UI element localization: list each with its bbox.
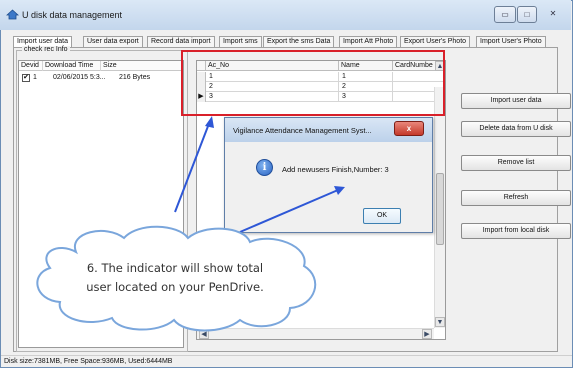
tab-export-users-photo[interactable]: Export User's Photo — [400, 36, 471, 47]
scroll-thumb[interactable] — [436, 173, 444, 245]
scroll-right-arrow-icon[interactable]: ▶ — [422, 329, 432, 339]
tab-export-sms-data[interactable]: Export the sms Data — [263, 36, 335, 47]
info-icon: i — [256, 159, 273, 176]
dialog-title: Vigilance Attendance Management Syst... — [233, 126, 372, 135]
highlight-box — [181, 50, 445, 116]
cell-download-time: 02/06/2015 5:3... — [53, 74, 106, 81]
remove-list-button[interactable]: Remove list — [461, 155, 571, 171]
scroll-down-arrow-icon[interactable]: ▼ — [435, 317, 445, 327]
tab-strip: Import user data User data export Record… — [13, 36, 558, 48]
import-user-data-button[interactable]: Import user data — [461, 93, 571, 109]
dialog-close-button[interactable]: x — [394, 121, 424, 136]
col-size[interactable]: Size — [101, 61, 183, 71]
tab-record-data-import[interactable]: Record data import — [147, 36, 215, 47]
dialog-ok-button[interactable]: OK — [363, 208, 401, 224]
delete-from-u-disk-button[interactable]: Delete data from U disk — [461, 121, 571, 137]
check-rec-group-title: check rec Info — [22, 46, 70, 53]
message-dialog: Vigilance Attendance Management Syst... … — [224, 117, 433, 233]
close-button[interactable]: ✕ — [540, 6, 566, 23]
refresh-button[interactable]: Refresh — [461, 190, 571, 206]
callout-line-1: 6. The indicator will show total — [86, 261, 264, 275]
tab-import-users-photo[interactable]: Import User's Photo — [476, 36, 546, 47]
cell-size: 216 Bytes — [119, 74, 151, 81]
window-controls: ▭ □ ✕ — [494, 6, 566, 23]
dialog-message: Add newusers Finish,Number: 3 — [282, 165, 389, 174]
cell-devid: 1 — [33, 74, 37, 81]
col-devid[interactable]: Devid — [19, 61, 43, 71]
maximize-button[interactable]: □ — [517, 6, 537, 23]
dialog-title-bar[interactable]: Vigilance Attendance Management Syst... … — [225, 118, 432, 142]
callout-text: 6. The indicator will show total user lo… — [70, 259, 280, 297]
col-download-time[interactable]: Download Time — [43, 61, 101, 71]
callout-line-2: user located on your PenDrive. — [86, 280, 264, 294]
title-bar[interactable]: U disk data management ▭ □ ✕ — [0, 0, 571, 30]
import-from-local-disk-button[interactable]: Import from local disk — [461, 223, 571, 239]
app-icon — [6, 9, 19, 20]
list-item[interactable]: ✔ 1 02/06/2015 5:3... 216 Bytes — [19, 72, 183, 83]
tab-import-sms[interactable]: Import sms — [219, 36, 262, 47]
list-header: Devid Download Time Size — [19, 61, 183, 71]
status-bar: Disk size:7381MB, Free Space:936MB, Used… — [1, 355, 572, 367]
row-checkbox[interactable]: ✔ — [22, 74, 30, 82]
window-title: U disk data management — [22, 10, 123, 20]
tab-user-data-export[interactable]: User data export — [83, 36, 143, 47]
minimize-button[interactable]: ▭ — [494, 6, 516, 23]
tab-import-att-photo[interactable]: Import Att Photo — [339, 36, 398, 47]
